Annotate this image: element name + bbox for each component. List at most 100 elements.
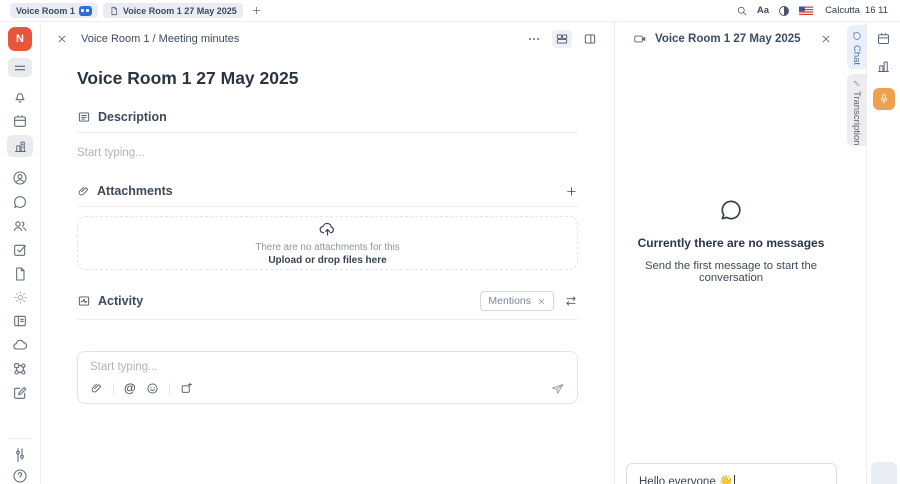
rail-bottom-button[interactable] (871, 462, 897, 484)
activity-composer[interactable]: Start typing... (77, 351, 578, 404)
send-icon[interactable] (550, 381, 565, 396)
chat-tab-label: Chat (851, 45, 862, 66)
reader-book-icon[interactable] (12, 313, 28, 329)
document-tab[interactable]: Voice Room 1 27 May 2025 (102, 3, 243, 18)
sort-filter-icon[interactable] (564, 294, 578, 308)
chat-input-value: Hello everyone 👋 (639, 476, 734, 484)
right-tab-strip: Chat Transcription (847, 22, 866, 484)
document-pane: Voice Room 1 / Meeting minutes Voice Roo… (41, 22, 614, 484)
hamburger-menu-icon (14, 65, 26, 70)
theme-sun-icon[interactable] (13, 290, 28, 305)
profile-icon[interactable] (12, 170, 28, 186)
paperclip-icon (78, 186, 88, 195)
new-tab-plus-icon[interactable] (251, 5, 262, 16)
timezone-clock[interactable]: Calcutta 16 11 (825, 5, 888, 16)
toolbar-divider (168, 382, 170, 395)
chat-panel: Voice Room 1 27 May 2025 Currently there… (614, 22, 847, 484)
text-format-button[interactable]: Aa (757, 5, 769, 16)
chat-message-input[interactable]: Hello everyone 👋 (626, 463, 837, 484)
top-bar-right: Aa Calcutta 16 11 (736, 5, 888, 17)
emoji-icon[interactable] (146, 382, 159, 395)
mention-at-icon[interactable] (124, 382, 136, 395)
chat-bubble-icon[interactable] (12, 194, 28, 210)
avatar[interactable]: N (8, 27, 32, 51)
help-icon[interactable] (12, 468, 28, 484)
chat-tab-icon (852, 32, 861, 40)
top-bar: Voice Room 1 Voice Room 1 27 May 2025 Aa… (0, 0, 900, 22)
activity-section-header: Activity Mentions (77, 291, 578, 311)
sidebar-divider (8, 438, 32, 439)
office-building-icon (14, 141, 26, 152)
mentions-filter-chip[interactable]: Mentions (480, 291, 554, 311)
search-icon[interactable] (736, 5, 748, 17)
section-divider (77, 319, 578, 320)
remove-filter-icon[interactable] (537, 297, 546, 306)
transcription-tab-label: Transcription (851, 91, 862, 146)
insert-template-icon[interactable] (180, 382, 193, 395)
attachments-upload-action: Upload or drop files here (268, 255, 387, 266)
calendar-icon[interactable] (12, 113, 28, 129)
document-tab-label: Voice Room 1 27 May 2025 (122, 5, 237, 16)
cloud-icon[interactable] (12, 337, 28, 353)
file-icon[interactable] (12, 266, 28, 282)
board-view-icon (556, 33, 568, 44)
voice-room-badge-icon (78, 5, 92, 16)
activity-label: Activity (98, 294, 144, 308)
top-tabs: Voice Room 1 Voice Room 1 27 May 2025 (10, 3, 262, 18)
attach-file-icon[interactable] (90, 382, 103, 395)
microphone-button[interactable] (872, 88, 895, 110)
mentions-chip-label: Mentions (488, 295, 531, 307)
document-content: Voice Room 1 27 May 2025 Description Sta… (41, 55, 614, 404)
time-value: 16 11 (864, 5, 888, 16)
breadcrumb: Voice Room 1 / Meeting minutes (81, 32, 240, 45)
activity-icon (78, 296, 90, 306)
chat-empty-state: Currently there are no messages Send the… (615, 197, 847, 284)
us-flag-icon[interactable] (799, 5, 814, 16)
integrations-tree-icon[interactable] (12, 361, 28, 377)
office-building-icon[interactable] (876, 59, 891, 74)
document-header: Voice Room 1 / Meeting minutes (41, 22, 614, 55)
description-section-header: Description (77, 110, 578, 124)
contrast-theme-icon[interactable] (778, 5, 790, 17)
composer-toolbar (90, 381, 565, 396)
transcription-tab-icon (853, 80, 859, 87)
upload-cloud-icon (319, 222, 334, 236)
tasks-check-icon[interactable] (12, 242, 28, 258)
office-building-item[interactable] (7, 135, 33, 157)
timezone-label: Calcutta (825, 5, 860, 16)
workspace-tab-label: Voice Room 1 (16, 5, 75, 16)
app-window: Voice Room 1 Voice Room 1 27 May 2025 Aa… (0, 0, 900, 484)
composer-input[interactable]: Start typing... (90, 361, 158, 373)
split-view-icon[interactable] (583, 32, 597, 46)
microphone-icon (880, 94, 887, 104)
workspace-tab[interactable]: Voice Room 1 (10, 3, 98, 18)
page-title: Voice Room 1 27 May 2025 (77, 68, 299, 88)
description-icon (78, 112, 90, 122)
attachments-label: Attachments (97, 184, 173, 198)
board-view-button[interactable] (552, 29, 572, 48)
attachments-dropzone[interactable]: There are no attachments for this Upload… (77, 216, 578, 270)
description-input[interactable]: Start typing... (77, 147, 578, 159)
tab-chat[interactable]: Chat (847, 25, 866, 69)
more-options-icon[interactable] (527, 32, 541, 46)
section-divider (77, 132, 578, 133)
chat-empty-subtitle: Send the first message to start the conv… (644, 260, 818, 284)
team-people-icon[interactable] (12, 218, 28, 234)
compose-pencil-icon[interactable] (12, 385, 28, 401)
notifications-bell-icon[interactable] (12, 89, 28, 105)
calendar-icon[interactable] (876, 31, 891, 46)
chat-empty-title: Currently there are no messages (637, 236, 825, 250)
text-caret (734, 475, 736, 484)
add-attachment-icon[interactable] (565, 185, 578, 198)
document-icon (111, 6, 117, 15)
toolbar-divider (113, 382, 114, 395)
video-camera-icon (634, 35, 646, 42)
section-divider (77, 206, 578, 207)
attachments-empty-text: There are no attachments for this (255, 242, 400, 253)
menu-button[interactable] (8, 58, 32, 77)
description-label: Description (98, 110, 167, 124)
tab-transcription[interactable]: Transcription (847, 74, 866, 146)
settings-sliders-icon[interactable] (12, 446, 28, 462)
close-chat-icon[interactable] (820, 33, 832, 45)
close-document-icon[interactable] (56, 33, 68, 45)
